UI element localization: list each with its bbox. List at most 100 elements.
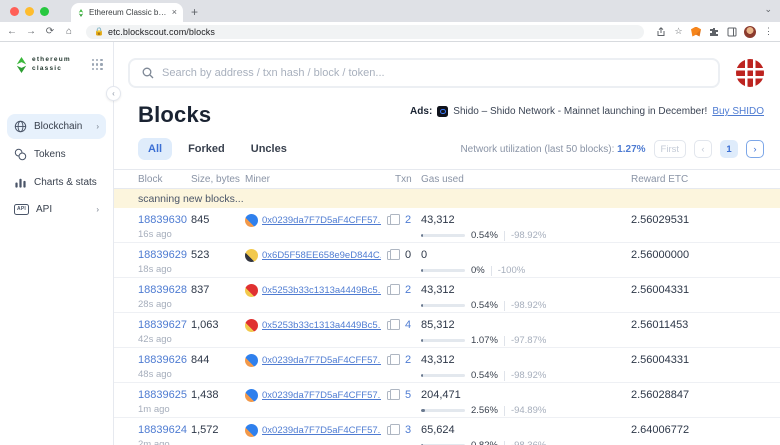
network-menu-icon[interactable] (736, 59, 764, 87)
gas-sub-line: 2.56%-94.89% (421, 405, 631, 416)
miner-avatar (245, 354, 258, 367)
browser-tab[interactable]: Ethereum Classic blocks | Blo × (71, 3, 183, 22)
txn-link[interactable]: 5 (405, 389, 411, 401)
block-size: 523 (191, 249, 245, 261)
sidebar-collapse-button[interactable]: ‹ (106, 86, 121, 101)
forward-icon[interactable]: → (25, 26, 37, 37)
txn-link[interactable]: 2 (405, 354, 411, 366)
miner-address-link[interactable]: 0x5253b33c1313a4449Bc5...2872 (262, 320, 381, 331)
block-cell: 1883962648s ago (138, 354, 191, 380)
table-row: 1883962742s ago1,0630x5253b33c1313a4449B… (114, 313, 780, 348)
gas-used-value: 65,624 (421, 424, 631, 436)
block-link[interactable]: 18839627 (138, 319, 187, 331)
gas-usage-bar (421, 339, 465, 342)
txn-link[interactable]: 4 (405, 319, 411, 331)
close-window-button[interactable] (10, 7, 19, 16)
miner-address-link[interactable]: 0x0239da7F7D5aF4CFF57...b875 (262, 425, 381, 436)
back-icon[interactable]: ← (6, 26, 18, 37)
block-link[interactable]: 18839625 (138, 389, 187, 401)
copy-icon[interactable] (387, 356, 395, 365)
tab-search-chevron-icon[interactable]: ⌄ (764, 4, 772, 15)
miner-address-link[interactable]: 0x0239da7F7D5aF4CFF57...b875 (262, 215, 381, 226)
pagination-prev-button[interactable]: ‹ (694, 140, 712, 158)
block-cell: 188396251m ago (138, 389, 191, 415)
gas-percent: 0.82% (471, 440, 498, 445)
txn-link[interactable]: 3 (405, 424, 411, 436)
minimize-window-button[interactable] (25, 7, 34, 16)
ads-label: Ads: (410, 106, 432, 117)
block-link[interactable]: 18839624 (138, 424, 187, 436)
sidebar-item-label: Tokens (34, 149, 66, 160)
reload-icon[interactable]: ⟳ (44, 26, 56, 37)
tab-close-icon[interactable]: × (172, 8, 177, 17)
gas-change-percent: -98.92% (511, 300, 546, 311)
pagination-next-button[interactable]: › (746, 140, 764, 158)
copy-icon[interactable] (387, 391, 395, 400)
block-link[interactable]: 18839629 (138, 249, 187, 261)
block-link[interactable]: 18839630 (138, 214, 187, 226)
tab-forked[interactable]: Forked (178, 138, 235, 160)
scanning-banner: scanning new blocks... (114, 189, 780, 208)
gas-change-percent: -98.92% (511, 230, 546, 241)
miner-avatar (245, 424, 258, 437)
network-utilization-value: 1.27% (617, 144, 645, 155)
ad-text: Shido – Shido Network - Mainnet launchin… (453, 106, 707, 117)
copy-icon[interactable] (387, 216, 395, 225)
gas-sub-line: 0.54%-98.92% (421, 300, 631, 311)
miner-address-link[interactable]: 0x5253b33c1313a4449Bc5...2872 (262, 285, 381, 296)
browser-tab-strip: Ethereum Classic blocks | Blo × + ⌄ (0, 0, 780, 22)
gas-sub-line: 1.07%-97.87% (421, 335, 631, 346)
reward-value: 2.56028847 (631, 389, 764, 401)
extensions-puzzle-icon[interactable] (708, 26, 719, 37)
bookmark-star-icon[interactable]: ☆ (673, 26, 684, 37)
browser-menu-icon[interactable]: ⋮ (763, 26, 774, 37)
tab-uncles[interactable]: Uncles (241, 138, 297, 160)
block-cell: 1883962918s ago (138, 249, 191, 275)
block-link[interactable]: 18839626 (138, 354, 187, 366)
table-row: 1883963016s ago8450x0239da7F7D5aF4CFF57.… (114, 208, 780, 243)
search-input[interactable] (162, 67, 706, 79)
miner-address-link[interactable]: 0x6D5F58EE658e9eD844C...C58a (262, 250, 381, 261)
api-icon: API (14, 204, 29, 215)
txn-link[interactable]: 2 (405, 214, 411, 226)
share-icon[interactable] (655, 26, 666, 37)
copy-icon[interactable] (387, 251, 395, 260)
charts-icon (14, 176, 27, 189)
maximize-window-button[interactable] (40, 7, 49, 16)
copy-icon[interactable] (387, 321, 395, 330)
tab-all[interactable]: All (138, 138, 172, 160)
pagination-first-button[interactable]: First (654, 140, 686, 158)
sidebar-item-tokens[interactable]: Tokens (7, 142, 106, 167)
search-box[interactable] (128, 58, 720, 88)
miner-cell: 0x5253b33c1313a4449Bc5...2872 (245, 284, 395, 297)
reward-value: 2.56011453 (631, 319, 764, 331)
sidebar-item-charts-stats[interactable]: Charts & stats (7, 170, 106, 195)
gas-cell: 85,3121.07%-97.87% (421, 319, 631, 346)
apps-grid-icon[interactable] (92, 59, 103, 70)
copy-icon[interactable] (387, 426, 395, 435)
block-link[interactable]: 18839628 (138, 284, 187, 296)
sidebar-item-blockchain[interactable]: Blockchain › (7, 114, 106, 139)
miner-address-link[interactable]: 0x0239da7F7D5aF4CFF57...b875 (262, 390, 381, 401)
gas-sub-line: 0%-100% (421, 265, 631, 276)
miner-address-link[interactable]: 0x0239da7F7D5aF4CFF57...b875 (262, 355, 381, 366)
new-tab-button[interactable]: + (191, 5, 198, 19)
ad-link[interactable]: Buy SHIDO (712, 106, 764, 117)
miner-cell: 0x6D5F58EE658e9eD844C...C58a (245, 249, 395, 262)
sidebar-item-api[interactable]: API API › (7, 198, 106, 221)
metamask-icon[interactable] (691, 27, 701, 37)
blocks-tabs: All Forked Uncles (138, 138, 297, 160)
txn-link[interactable]: 2 (405, 284, 411, 296)
home-icon[interactable]: ⌂ (63, 26, 75, 37)
miner-cell: 0x0239da7F7D5aF4CFF57...b875 (245, 424, 395, 437)
gas-usage-bar (421, 374, 465, 377)
side-panel-icon[interactable] (726, 26, 737, 37)
miner-avatar (245, 389, 258, 402)
logo[interactable]: ethereum classic (0, 56, 113, 74)
gas-change-percent: -94.89% (511, 405, 546, 416)
profile-avatar[interactable] (744, 26, 756, 38)
copy-icon[interactable] (387, 286, 395, 295)
sidebar: ethereum classic ‹ Blockchain › Tokens C… (0, 42, 114, 445)
block-size: 1,063 (191, 319, 245, 331)
address-bar[interactable]: 🔒 etc.blockscout.com/blocks (86, 25, 644, 39)
